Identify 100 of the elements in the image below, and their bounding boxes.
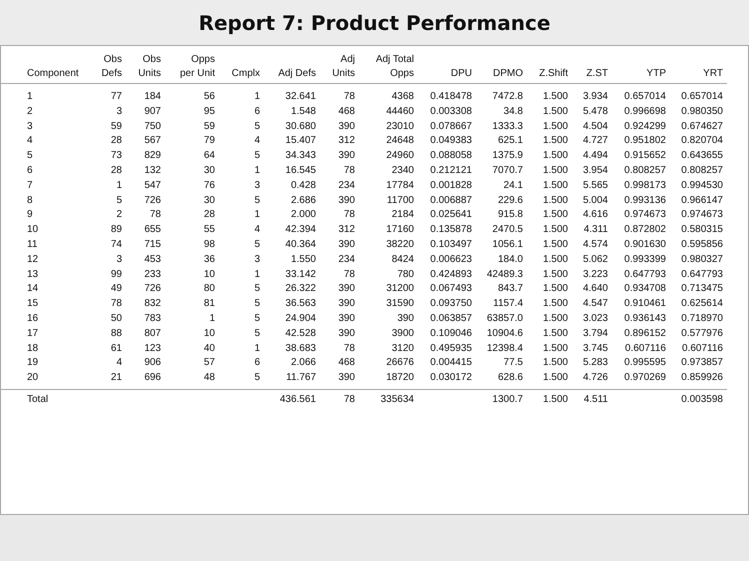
table-cell: 50 (110, 312, 122, 324)
table-cell: 17160 (386, 224, 414, 236)
table-cell: 0.647793 (681, 268, 723, 280)
table-cell: 915.8 (498, 209, 523, 220)
table-cell: 4 (254, 224, 260, 236)
table-cell: 28 (204, 209, 215, 220)
table-cell: 3 (27, 120, 33, 132)
table-cell: 0.428 (290, 180, 316, 191)
column-header: DPU (450, 67, 473, 81)
table-cell: 0.607116 (682, 342, 723, 354)
table-cell: 1 (254, 342, 260, 354)
table-cell: 1157.4 (493, 298, 523, 310)
table-cell: 88 (110, 328, 122, 339)
table-cell: 234 (338, 254, 355, 265)
table-cell: 3120 (392, 342, 414, 354)
table-cell: 0.643655 (681, 150, 723, 162)
table-cell: 4 (116, 357, 122, 368)
table-cell: 0.212121 (430, 164, 472, 176)
table-cell: 5.478 (582, 106, 608, 117)
table-cell: 73 (110, 150, 122, 162)
table-cell: 1 (254, 209, 260, 220)
table-cell: 15 (27, 298, 38, 310)
table-cell: 0.067493 (430, 283, 472, 294)
table-cell: 2184 (392, 209, 414, 220)
table-cell: 3 (116, 254, 122, 265)
table-cell: 0.495935 (430, 342, 472, 354)
table-cell: 0.970269 (624, 372, 666, 384)
column-header: DPMO (492, 67, 524, 81)
table-cell: 468 (338, 357, 355, 368)
table-cell: 21 (110, 372, 122, 384)
table-cell: 0.006887 (430, 194, 472, 206)
table-cell: 4.727 (582, 135, 608, 146)
table-cell: 0.820704 (681, 135, 723, 146)
table-cell: 312 (338, 224, 355, 236)
table-cell: 0.109046 (430, 328, 472, 339)
table-cell: 0.896152 (624, 328, 666, 339)
table-cell: 0.625614 (681, 298, 723, 310)
table-cell: 10 (27, 224, 38, 236)
total-cell: 1300.7 (492, 394, 523, 405)
table-cell: 547 (144, 180, 161, 191)
table-cell: 628.6 (498, 372, 523, 384)
table-cell: 79 (204, 135, 215, 146)
table-cell: 1.500 (542, 372, 568, 384)
table-cell: 28 (110, 135, 122, 146)
table-cell: 4.504 (582, 120, 608, 132)
table-cell: 0.580315 (681, 224, 723, 236)
table-cell: 1.550 (290, 254, 316, 265)
table-cell: 4 (27, 135, 33, 146)
table-cell: 4.574 (582, 238, 608, 250)
table-cell: 63857.0 (486, 312, 523, 324)
table-cell: 0.025641 (430, 209, 472, 220)
table-cell: 3.954 (582, 164, 608, 176)
table-cell: 1.500 (542, 238, 568, 250)
table-cell: 0.093750 (430, 298, 472, 310)
table-cell: 390 (338, 238, 355, 250)
table-cell: 0.078667 (430, 120, 472, 132)
table-cell: 1.500 (542, 328, 568, 339)
table-cell: 11.767 (286, 372, 316, 384)
table-cell: 24648 (386, 135, 414, 146)
table-cell: 1.500 (542, 254, 568, 265)
table-cell: 1.500 (542, 209, 568, 220)
table-cell: 99 (110, 268, 122, 280)
table-cell: 98 (204, 238, 215, 250)
table-cell: 1 (27, 91, 33, 102)
table-cell: 3.745 (582, 342, 608, 354)
table-cell: 59 (110, 120, 122, 132)
table-cell: 1.500 (542, 224, 568, 236)
table-cell: 78 (344, 164, 355, 176)
table-cell: 95 (204, 106, 215, 117)
table-cell: 843.7 (498, 283, 523, 294)
table-cell: 7 (27, 180, 33, 191)
column-header: Adj Units (331, 53, 356, 81)
table-cell: 234 (338, 180, 355, 191)
table-cell: 829 (144, 150, 161, 162)
table-cell: 3.934 (582, 91, 608, 102)
total-label: Total (27, 394, 48, 405)
table-cell: 0.103497 (430, 238, 472, 250)
table-cell: 57 (204, 357, 215, 368)
table-cell: 12 (27, 254, 38, 265)
table-cell: 1.500 (542, 194, 568, 206)
table-cell: 16.545 (285, 164, 316, 176)
table-cell: 1.500 (542, 164, 568, 176)
table-cell: 36.563 (285, 298, 316, 310)
column-header: YTP (646, 67, 667, 81)
table-cell: 0.910461 (624, 298, 666, 310)
table-cell: 4 (254, 135, 260, 146)
table-cell: 59 (204, 120, 215, 132)
table-cell: 78 (344, 91, 355, 102)
column-header: Adj Total Opps (374, 53, 415, 81)
table-cell: 5 (254, 312, 260, 324)
column-header: YRT (702, 67, 724, 81)
table-cell: 1.500 (542, 91, 568, 102)
table-cell: 30 (204, 164, 215, 176)
table-cell: 0.951802 (624, 135, 666, 146)
table-cell: 0.996698 (624, 106, 666, 117)
column-header: Adj Defs (277, 67, 317, 81)
table-cell: 24960 (386, 150, 414, 162)
table-cell: 0.995595 (624, 357, 666, 368)
table-cell: 4.726 (582, 372, 608, 384)
table-cell: 0.974673 (624, 209, 666, 220)
